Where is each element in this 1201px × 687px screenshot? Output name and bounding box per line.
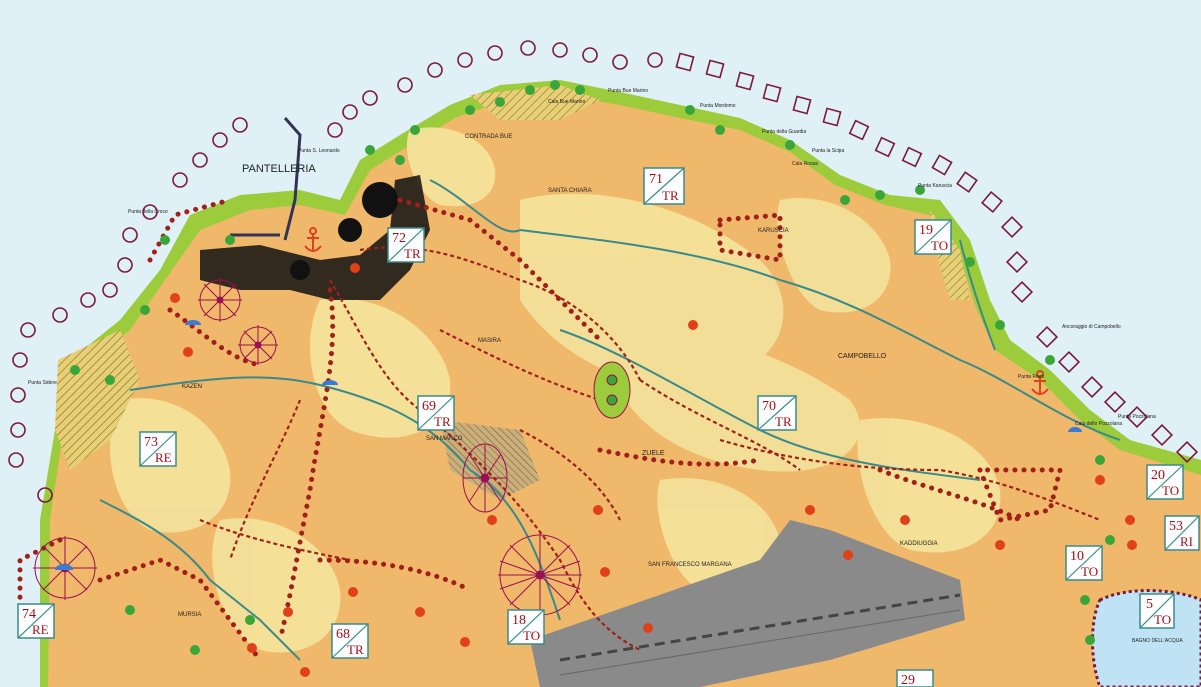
label-karuscia: KARUSCIA — [758, 228, 789, 234]
label-punta-pozzolana: Punta Pozzolana — [1118, 414, 1156, 420]
zone-number: 73 — [144, 435, 158, 450]
label-punta-karuscia: Punta Karuscia — [918, 183, 952, 189]
zone-marker-71[interactable]: 71 TR — [643, 167, 685, 205]
zone-marker-74[interactable]: 74 RE — [17, 603, 55, 639]
label-pantelleria: PANTELLERIA — [242, 163, 316, 175]
zone-number: 71 — [649, 172, 663, 187]
zone-marker-5[interactable]: 5 TO — [1139, 593, 1175, 629]
label-bagno-dell-acqua: BAGNO DELL'ACQUA — [1132, 638, 1183, 644]
zone-code: TR — [347, 642, 364, 657]
label-santa-chiara: SANTA CHIARA — [548, 188, 592, 194]
zone-number: 69 — [422, 399, 436, 414]
zone-marker-19[interactable]: 19 TO — [914, 219, 952, 255]
zone-number: 20 — [1151, 468, 1165, 483]
label-punta-sidere: Punta Sidere — [28, 380, 57, 386]
label-punta-mordomo: Punta Mordomo — [700, 103, 736, 109]
label-punta-della-croce: Punta della Croce — [128, 209, 168, 215]
zone-marker-72[interactable]: 72 TR — [387, 227, 425, 263]
label-punta-della-guardia: Punta della Guardia — [762, 129, 806, 135]
zone-code: RE — [32, 622, 49, 637]
label-mursia: MURSIA — [178, 612, 201, 618]
label-ancoraggio-campobello: Ancoraggio di Campobello — [1062, 324, 1121, 330]
zone-marker-69[interactable]: 69 TR — [417, 395, 455, 431]
zone-code: TO — [931, 238, 948, 253]
zone-marker-73[interactable]: 73 RE — [139, 431, 177, 467]
label-punta-fram: Punta Fram — [1018, 374, 1044, 380]
label-kazen: KAZEN — [182, 384, 202, 390]
zone-code: TR — [434, 414, 451, 429]
label-cala-dello-pozzolana: Cala dello Pozzolana — [1075, 421, 1122, 427]
zone-marker-18[interactable]: 18 TO — [507, 609, 545, 645]
zone-code: TO — [1162, 483, 1179, 498]
label-san-francesco-margana: SAN FRANCESCO MARGANA — [648, 562, 732, 568]
zone-code: TR — [404, 246, 421, 261]
label-zuele: ZUELE — [642, 450, 665, 457]
zone-marker-70[interactable]: 70 TR — [757, 395, 797, 431]
map-canvas[interactable]: PANTELLERIA Punta S. Leonardo Punta dell… — [0, 0, 1201, 687]
zone-code: TO — [1154, 612, 1171, 627]
label-punta-bue-marino: Punta Bue Marino — [608, 88, 648, 94]
zone-number: 19 — [919, 223, 933, 238]
label-punta-s-leonardo: Punta S. Leonardo — [298, 148, 340, 154]
zone-number: 72 — [392, 231, 406, 246]
label-kaddiuggia: KADDIUGGIA — [900, 541, 938, 547]
zone-marker-53[interactable]: 53 RI — [1164, 515, 1200, 551]
zone-number: 18 — [512, 613, 526, 628]
zone-number: 29 — [901, 673, 915, 687]
zone-marker-10[interactable]: 10 TO — [1065, 545, 1103, 581]
zone-number: 53 — [1169, 519, 1183, 534]
label-masira: MASIRA — [478, 338, 501, 344]
zone-number: 10 — [1070, 549, 1084, 564]
zone-number: 70 — [762, 399, 776, 414]
zone-code: TO — [523, 628, 540, 643]
zone-code: TR — [775, 414, 792, 429]
zone-marker-68[interactable]: 68 TR — [331, 623, 369, 659]
label-contrada-bue: CONTRADA BUE — [465, 134, 512, 140]
zone-marker-20[interactable]: 20 TO — [1146, 464, 1184, 500]
zone-number: 68 — [336, 627, 350, 642]
label-cala-bue-marino: Cala Bue Marino — [548, 99, 585, 105]
zone-code: TO — [1081, 564, 1098, 579]
label-cala-rossa: Cala Rossa — [792, 161, 818, 167]
zone-marker-29[interactable]: 29 — [896, 669, 934, 687]
label-punta-la-scipa: Punta la Scipa — [812, 148, 844, 154]
zone-number: 5 — [1146, 597, 1153, 612]
zone-number: 74 — [22, 607, 36, 622]
zone-code: TR — [662, 188, 679, 203]
zone-code: RI — [1180, 534, 1193, 549]
zone-code: RE — [155, 450, 172, 465]
label-san-marco: SAN MARCO — [426, 436, 463, 442]
label-campobello: CAMPOBELLO — [838, 353, 887, 360]
